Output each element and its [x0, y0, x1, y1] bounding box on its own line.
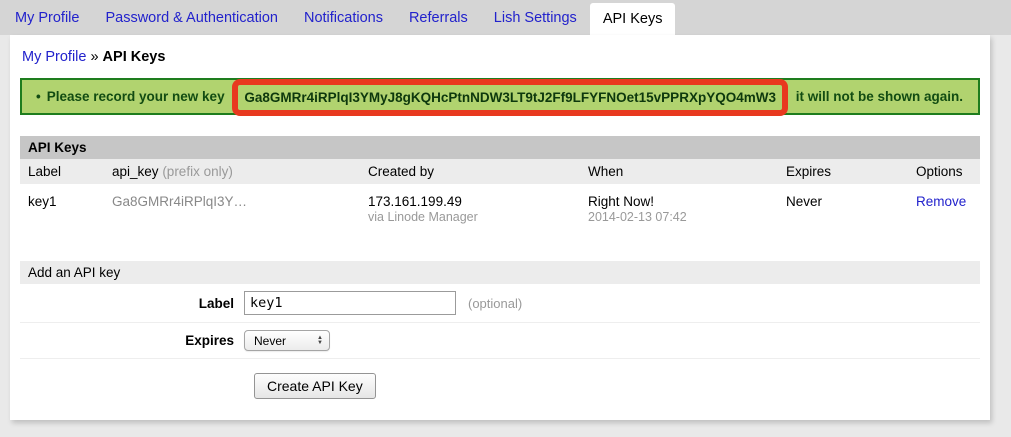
api-keys-table-title: API Keys — [20, 136, 980, 159]
notice-bullet: • — [36, 89, 41, 104]
page-title: API Keys — [103, 49, 166, 65]
tab-api-keys[interactable]: API Keys — [590, 3, 676, 35]
column-header-api-key: api_key (prefix only) — [104, 159, 360, 184]
row-created-by-ip: 173.161.199.49 — [368, 194, 580, 209]
api-key-value-highlighted: Ga8GMRr4iRPlqI3YMyJ8gKQHcPtnNDW3LT9tJ2Ff… — [232, 79, 788, 116]
add-api-key-form-title: Add an API key — [20, 261, 980, 284]
label-field-hint: (optional) — [468, 296, 522, 311]
content-panel: My Profile» API Keys • Please record your … — [10, 35, 990, 420]
submit-row: Create API Key — [20, 359, 980, 406]
row-api-key-prefix: Ga8GMRr4iRPlqI3Y… — [104, 184, 360, 234]
row-key-label: key1 — [20, 184, 104, 234]
tab-my-profile[interactable]: My Profile — [2, 0, 92, 35]
column-header-when: When — [580, 159, 778, 184]
add-api-key-form: Add an API key Label (optional) Expires … — [20, 261, 980, 406]
remove-key-link[interactable]: Remove — [916, 194, 966, 209]
tab-notifications[interactable]: Notifications — [291, 0, 396, 35]
column-header-label: Label — [20, 159, 104, 184]
api-keys-table: API Keys Label api_key (prefix only) Cre… — [20, 136, 980, 234]
column-header-api-key-note: (prefix only) — [162, 164, 233, 179]
breadcrumb: My Profile» API Keys — [10, 35, 990, 65]
expires-field-label: Expires — [20, 333, 244, 348]
column-header-created-by: Created by — [360, 159, 580, 184]
label-field-row: Label (optional) — [20, 284, 980, 323]
profile-tab-bar: My Profile Password & Authentication Not… — [0, 0, 1011, 35]
new-key-notice-banner: • Please record your new key Ga8GMRr4iRPl… — [20, 78, 980, 115]
label-input[interactable] — [244, 291, 456, 315]
column-header-options: Options — [908, 159, 980, 184]
expires-select[interactable]: Never ▲▼ — [244, 330, 330, 351]
column-header-expires: Expires — [778, 159, 908, 184]
row-when-timestamp: 2014-02-13 07:42 — [588, 210, 778, 224]
row-when-relative: Right Now! — [588, 194, 778, 209]
tab-lish-settings[interactable]: Lish Settings — [481, 0, 590, 35]
expires-field-row: Expires Never ▲▼ — [20, 323, 980, 359]
row-expires: Never — [778, 184, 908, 234]
table-row: key1 Ga8GMRr4iRPlqI3Y… 173.161.199.49 vi… — [20, 184, 980, 234]
label-field-label: Label — [20, 296, 244, 311]
breadcrumb-separator: » — [90, 49, 98, 65]
row-created-by-via: via Linode Manager — [368, 210, 580, 224]
breadcrumb-my-profile-link[interactable]: My Profile — [22, 49, 86, 65]
row-created-by: 173.161.199.49 via Linode Manager — [360, 184, 580, 234]
api-keys-table-header-row: Label api_key (prefix only) Created by W… — [20, 159, 980, 184]
expires-select-value: Never — [254, 334, 303, 348]
notice-prefix-text: Please record your new key — [47, 89, 225, 104]
tab-password-authentication[interactable]: Password & Authentication — [92, 0, 291, 35]
tab-referrals[interactable]: Referrals — [396, 0, 481, 35]
create-api-key-button[interactable]: Create API Key — [254, 373, 376, 399]
row-when: Right Now! 2014-02-13 07:42 — [580, 184, 778, 234]
select-stepper-icon: ▲▼ — [317, 336, 323, 346]
notice-suffix-text: it will not be shown again. — [796, 89, 963, 104]
